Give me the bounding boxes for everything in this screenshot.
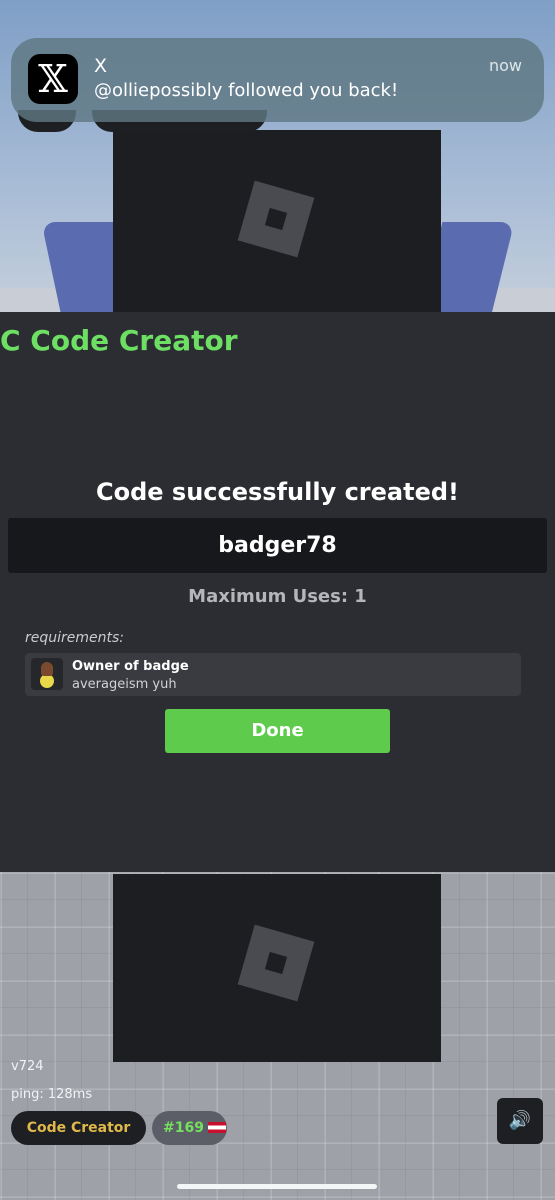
home-indicator[interactable] <box>177 1184 377 1189</box>
version-label: v724 <box>11 1059 44 1074</box>
code-creator-modal: C Code Creator Code successfully created… <box>0 312 555 872</box>
rank-text: #169 <box>163 1120 204 1136</box>
avatar-body-block <box>113 874 441 1062</box>
requirement-title: Owner of badge <box>72 659 189 674</box>
speaker-icon: 🔊 <box>508 1110 532 1131</box>
success-message: Code successfully created! <box>96 478 459 506</box>
ping-label: ping: 128ms <box>11 1087 93 1102</box>
avatar-head-block <box>113 130 441 312</box>
sound-toggle-button[interactable]: 🔊 <box>497 1098 543 1144</box>
modal-title: C Code Creator <box>0 324 238 357</box>
requirement-badge-name: averageism yuh <box>72 677 177 692</box>
flag-icon <box>207 1122 226 1133</box>
notification-time: now <box>488 56 522 75</box>
badge-icon <box>31 658 63 690</box>
requirements-label: requirements: <box>25 630 125 646</box>
max-uses-text: Maximum Uses: 1 <box>188 586 367 607</box>
badge-icon-base <box>40 674 54 688</box>
created-code-display[interactable]: badger78 <box>8 518 547 573</box>
rank-badge[interactable]: #169 <box>152 1111 227 1145</box>
push-notification[interactable]: 𝕏 X @olliepossibly followed you back! no… <box>11 38 544 122</box>
done-button[interactable]: Done <box>165 709 390 753</box>
code-creator-button[interactable]: Code Creator <box>11 1111 146 1145</box>
roblox-logo-icon <box>237 924 315 1002</box>
notification-app-name: X <box>94 55 108 77</box>
x-app-icon: 𝕏 <box>28 54 78 104</box>
notification-message: @olliepossibly followed you back! <box>94 80 399 101</box>
requirement-card: Owner of badge averageism yuh <box>25 653 521 696</box>
badge-icon-top <box>41 662 53 676</box>
roblox-logo-icon <box>237 180 315 258</box>
